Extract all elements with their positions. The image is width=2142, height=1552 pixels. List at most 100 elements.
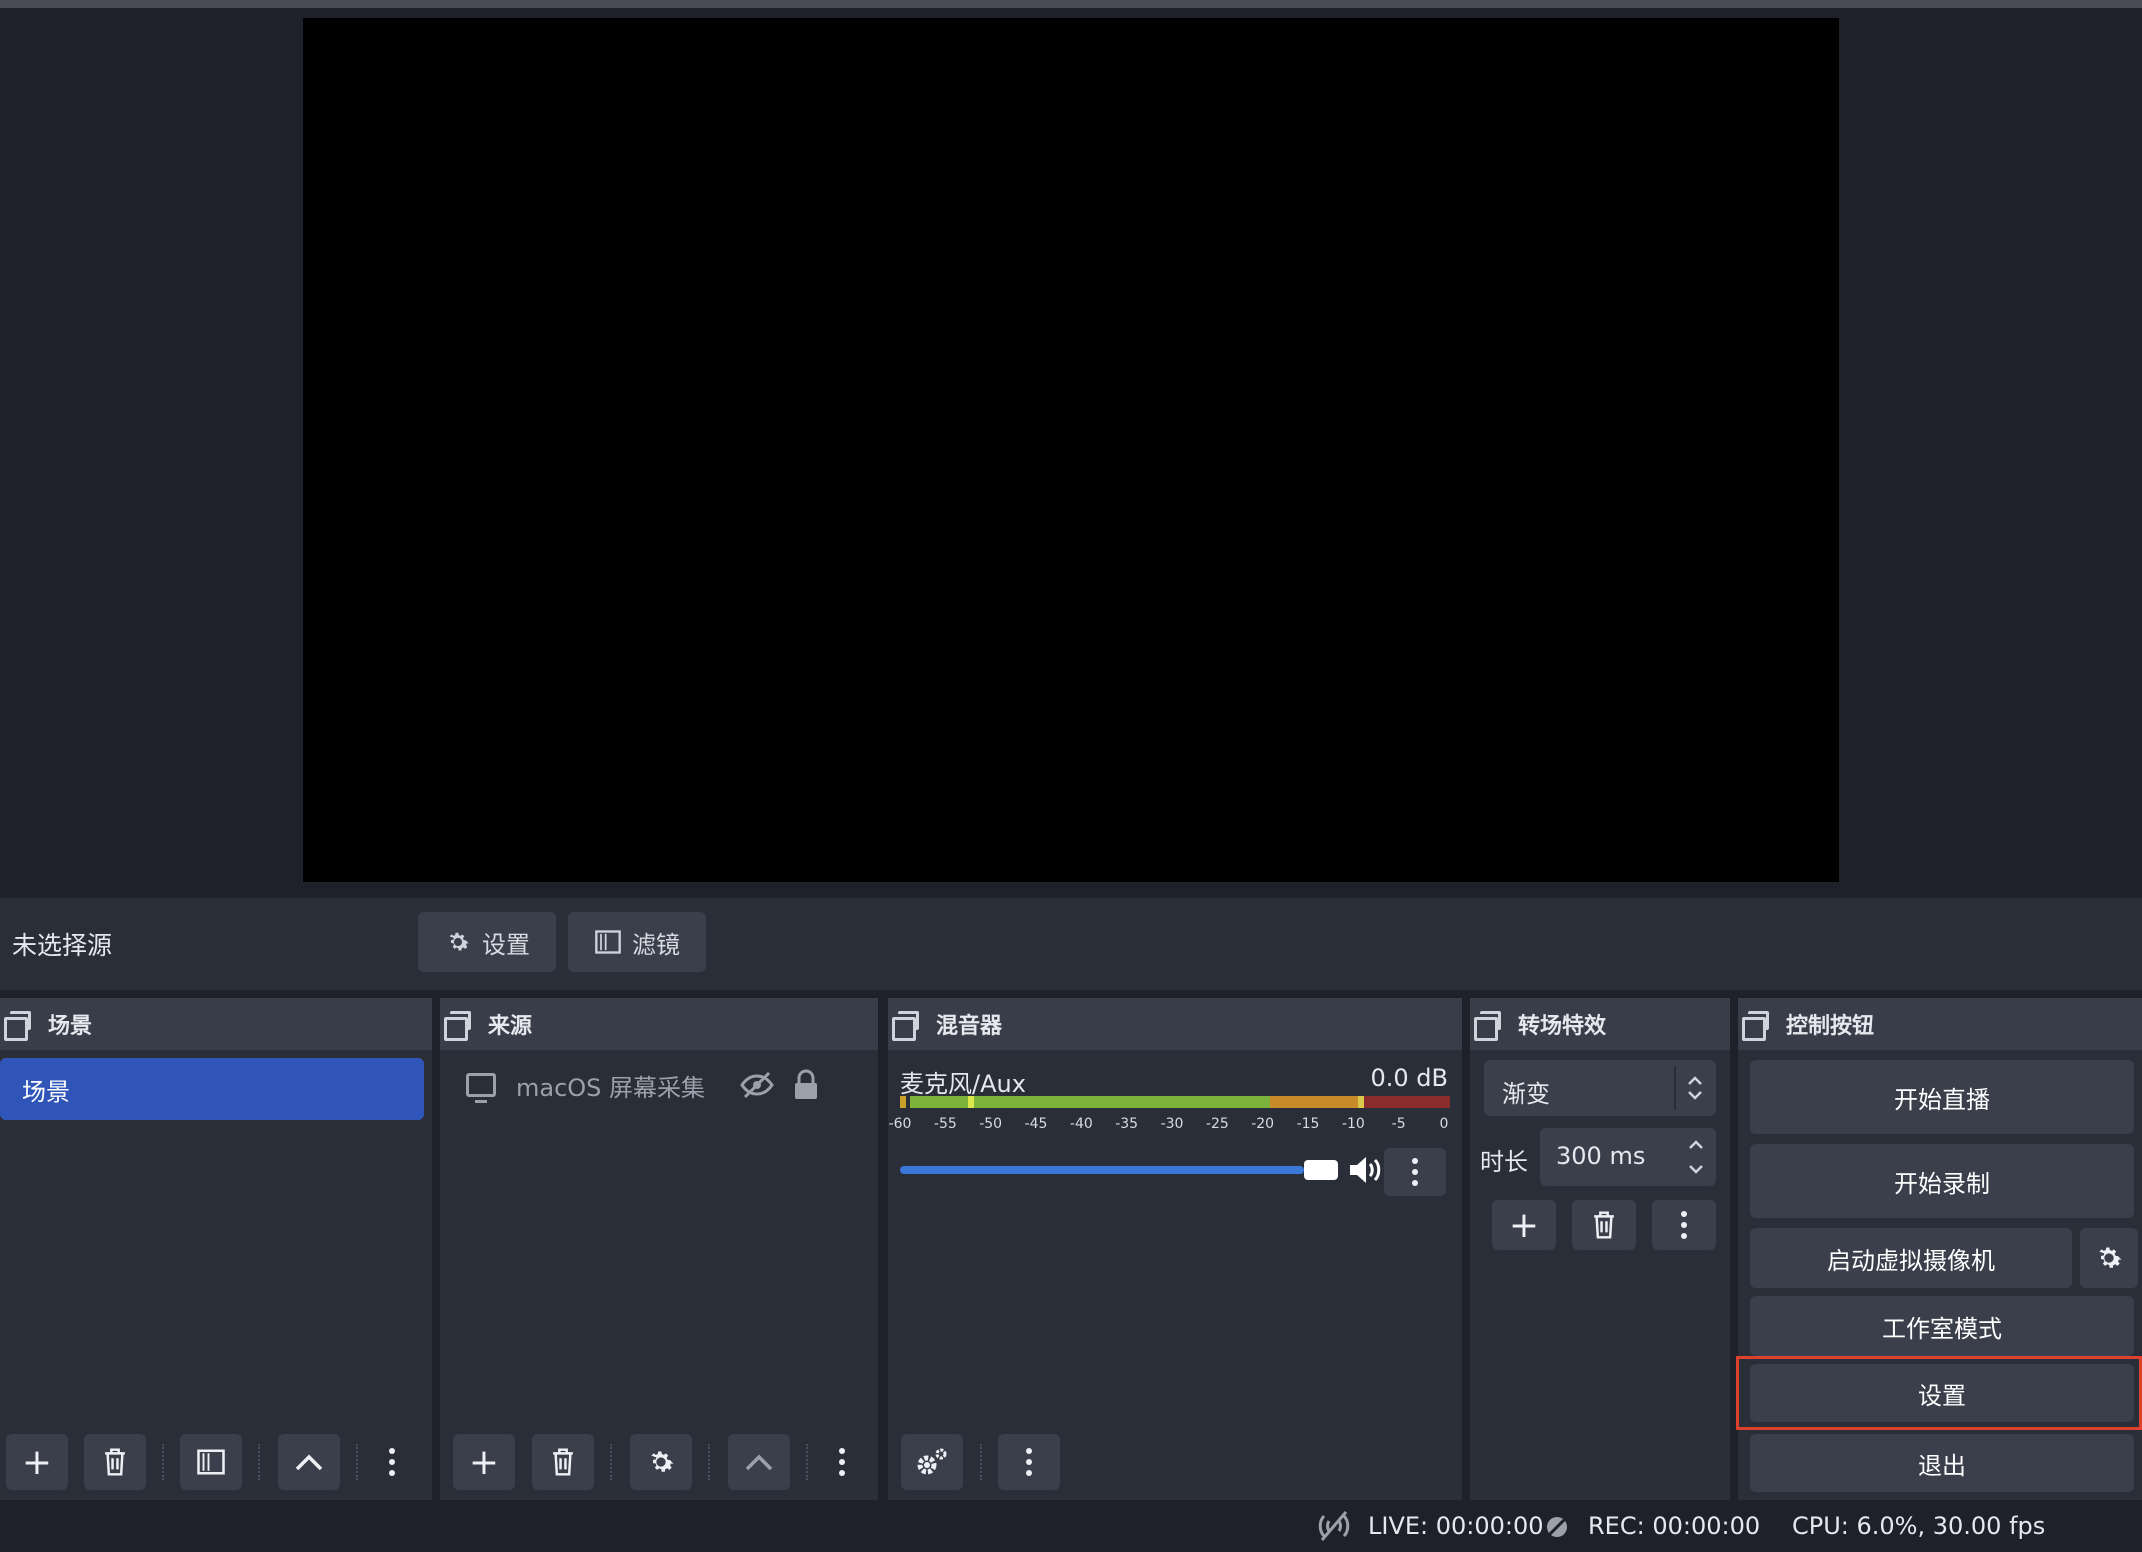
meter-tick-label: -60 (888, 1116, 912, 1132)
studio-mode-button[interactable]: 工作室模式 (1750, 1296, 2134, 1356)
source-properties-label: 设置 (482, 930, 530, 959)
trash-icon (105, 1448, 125, 1476)
meter-tick-label: -55 (933, 1116, 957, 1132)
settings-button[interactable]: 设置 (1750, 1364, 2134, 1422)
meter-tick-label: -35 (1115, 1116, 1139, 1132)
source-filters-button[interactable]: 滤镜 (568, 912, 706, 972)
add-transition-button[interactable]: + (1492, 1200, 1556, 1250)
sources-dock-header: 来源 (440, 998, 878, 1050)
source-filters-label: 滤镜 (632, 930, 680, 959)
scene-list-item-label: 场景 (22, 1077, 70, 1106)
scenes-footer: + (0, 1420, 432, 1500)
separator (980, 1444, 982, 1480)
meter-tick-label: -45 (1024, 1116, 1048, 1132)
start-virtual-camera-button[interactable]: 启动虚拟摄像机 (1750, 1228, 2072, 1288)
scenes-menu-button[interactable] (372, 1434, 412, 1490)
kebab-icon (1026, 1448, 1032, 1476)
dock-undock-icon[interactable] (892, 1011, 922, 1041)
controls-dock-header: 控制按钮 (1738, 998, 2142, 1050)
lock-icon[interactable] (793, 1069, 819, 1101)
move-source-up-button[interactable] (728, 1434, 790, 1490)
exit-button[interactable]: 退出 (1750, 1434, 2134, 1492)
sources-menu-button[interactable] (822, 1434, 862, 1490)
sources-footer: + (440, 1420, 878, 1500)
source-list-item[interactable]: macOS 屏幕采集 (466, 1060, 819, 1110)
source-properties-button[interactable]: 设置 (418, 912, 556, 972)
volume-slider-handle[interactable] (1304, 1160, 1338, 1180)
source-properties-footer-button[interactable] (630, 1434, 692, 1490)
sources-dock-title: 来源 (488, 1014, 533, 1039)
rec-timer: REC: 00:00:00 (1588, 1512, 1761, 1540)
controls-dock-title: 控制按钮 (1786, 1014, 1875, 1039)
remove-scene-button[interactable] (84, 1434, 146, 1490)
meter-scale: -60 -55 -50 -45 -40 -35 -30 -25 -20 -15 -10 -5 0 (889, 1116, 1456, 1140)
separator (806, 1444, 808, 1480)
kebab-icon (389, 1448, 395, 1476)
mixer-footer (888, 1420, 1462, 1500)
mixer-channel-level: 0.0 dB (1370, 1064, 1449, 1092)
transition-select[interactable]: 渐变 (1484, 1060, 1716, 1116)
gears-icon (917, 1448, 947, 1475)
duration-value: 300 ms (1556, 1142, 1646, 1170)
kebab-icon (1412, 1158, 1418, 1186)
transitions-dock: 转场特效 渐变 时长 300 ms + (1470, 998, 1730, 1500)
window-top-strip (0, 0, 2142, 8)
start-recording-button[interactable]: 开始录制 (1750, 1144, 2134, 1218)
speaker-icon[interactable] (1348, 1154, 1384, 1186)
scenes-dock-header: 场景 (0, 998, 432, 1050)
remove-source-button[interactable] (532, 1434, 594, 1490)
transitions-dock-title: 转场特效 (1518, 1014, 1607, 1039)
virtual-camera-settings-button[interactable] (2080, 1228, 2138, 1288)
add-scene-button[interactable]: + (6, 1434, 68, 1490)
meter-tick-label: -25 (1205, 1116, 1229, 1132)
plus-icon: + (468, 1441, 500, 1483)
mixer-dock-title: 混音器 (936, 1014, 1003, 1039)
chevron-updown-icon[interactable] (1686, 1136, 1706, 1178)
dock-undock-icon[interactable] (1474, 1011, 1504, 1041)
volume-slider[interactable] (900, 1166, 1304, 1174)
separator (258, 1444, 260, 1480)
transition-menu-button[interactable] (1652, 1200, 1716, 1250)
mixer-dock-header: 混音器 (888, 998, 1462, 1050)
kebab-icon (1681, 1211, 1687, 1239)
mixer-menu-button[interactable] (998, 1434, 1060, 1490)
move-scene-up-button[interactable] (278, 1434, 340, 1490)
meter-tick-label: -15 (1296, 1116, 1320, 1132)
gear-icon (2099, 1247, 2122, 1268)
add-source-button[interactable]: + (453, 1434, 515, 1490)
status-bar: LIVE: 00:00:00 REC: 00:00:00 CPU: 6.0%, … (0, 1500, 2142, 1552)
preview-canvas[interactable] (303, 18, 1839, 882)
source-toolbar: 未选择源 设置 滤镜 (0, 898, 2142, 990)
live-timer: LIVE: 00:00:00 (1368, 1512, 1544, 1540)
transition-select-value: 渐变 (1502, 1080, 1550, 1108)
dock-undock-icon[interactable] (1742, 1011, 1772, 1041)
meter-tick-label: -40 (1069, 1116, 1093, 1132)
monitor-icon (466, 1073, 496, 1103)
scenes-dock: 场景 场景 + (0, 998, 432, 1500)
duration-spinbox[interactable]: 300 ms (1540, 1128, 1716, 1186)
scene-filters-button[interactable] (180, 1434, 242, 1490)
dock-undock-icon[interactable] (444, 1011, 474, 1041)
select-divider (1674, 1066, 1676, 1110)
sources-dock: 来源 macOS 屏幕采集 + (440, 998, 878, 1500)
chevron-updown-icon (1688, 1076, 1702, 1100)
scene-list-item[interactable]: 场景 (0, 1058, 424, 1120)
separator (162, 1444, 164, 1480)
eye-hidden-icon[interactable] (739, 1071, 775, 1099)
plus-icon: + (1508, 1204, 1540, 1246)
chevron-up-icon (295, 1454, 323, 1471)
mixer-channel-menu-button[interactable] (1384, 1148, 1446, 1196)
meter-tick-label: -5 (1391, 1116, 1406, 1132)
remove-transition-button[interactable] (1572, 1200, 1636, 1250)
dock-undock-icon[interactable] (4, 1011, 34, 1041)
meter-tick-label: -10 (1341, 1116, 1365, 1132)
controls-dock: 控制按钮 开始直播 开始录制 启动虚拟摄像机 工作室模式 设置 退出 (1736, 998, 2142, 1500)
separator (708, 1444, 710, 1480)
transitions-dock-header: 转场特效 (1470, 998, 1730, 1050)
plus-icon: + (21, 1441, 53, 1483)
meter-tick-label: -30 (1160, 1116, 1184, 1132)
duration-label: 时长 (1480, 1148, 1528, 1176)
volume-meter (900, 1096, 1450, 1108)
advanced-audio-button[interactable] (901, 1434, 963, 1490)
start-streaming-button[interactable]: 开始直播 (1750, 1060, 2134, 1134)
